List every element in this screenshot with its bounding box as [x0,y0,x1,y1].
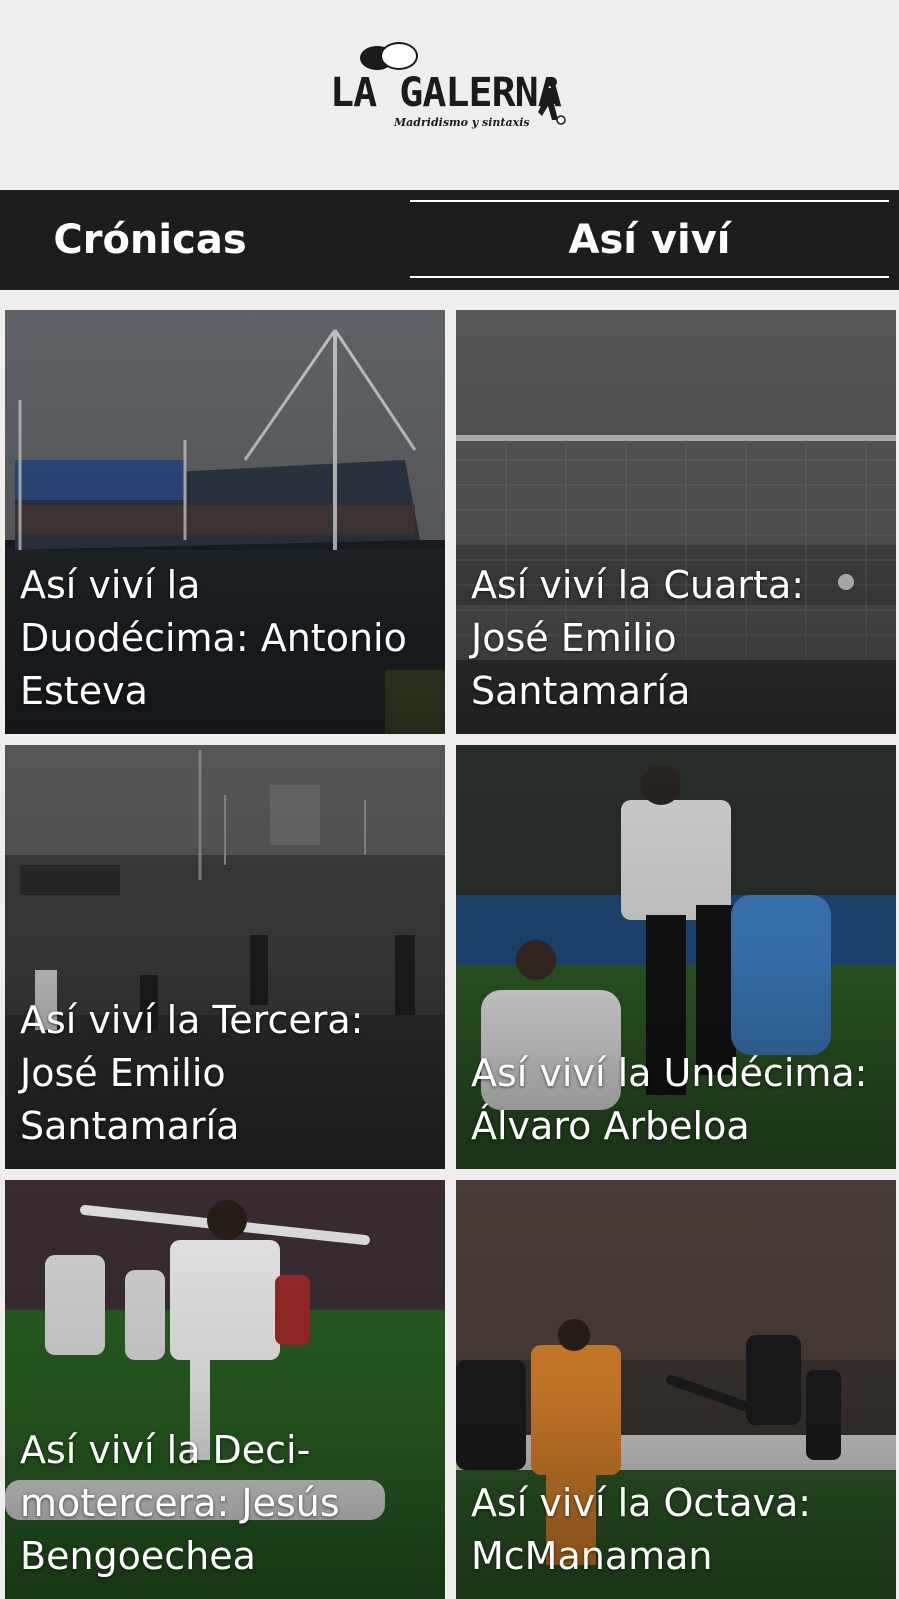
tab-cronicas[interactable]: Crónicas [0,190,300,290]
article-title: Así viví la Undécima: Álvaro Arbeloa [471,1051,868,1148]
footballer-silhouette-icon [538,77,566,125]
article-title: Así viví la Duodécima: Antonio Esteva [20,563,407,713]
app-header: LA GALERNA Madridismo y sintaxis [0,0,899,190]
article-title: Así viví la Deci-motercera: Jesús Bengoe… [20,1428,340,1578]
article-card[interactable]: Así viví la Deci-motercera: Jesús Bengoe… [5,1180,445,1599]
speech-bubble-icon [380,42,418,70]
article-title: Así viví la Cuarta: José Emilio Santamar… [471,563,805,713]
article-card[interactable]: Así viví la Undécima: Álvaro Arbeloa [456,745,896,1169]
article-card[interactable]: Así viví la Cuarta: José Emilio Santamar… [456,310,896,734]
section-tab-bar: Crónicas Así viví [0,190,899,290]
tab-asi-vivi[interactable]: Así viví [410,190,889,290]
article-grid: Así viví la Duodécima: Antonio Esteva As… [0,290,899,1599]
article-card[interactable]: Así viví la Octava: McManaman [456,1180,896,1599]
article-card[interactable]: Así viví la Tercera: José Emilio Santama… [5,745,445,1169]
la-galerna-logo[interactable]: LA GALERNA Madridismo y sintaxis [330,40,570,135]
article-card[interactable]: Así viví la Duodécima: Antonio Esteva [5,310,445,734]
article-title: Así viví la Tercera: José Emilio Santama… [20,998,364,1148]
logo-wordmark: LA GALERNA [330,70,562,116]
selected-tab-bottom-line [410,276,889,278]
logo-tagline: Madridismo y sintaxis [394,116,530,129]
article-title: Así viví la Octava: McManaman [471,1481,812,1578]
